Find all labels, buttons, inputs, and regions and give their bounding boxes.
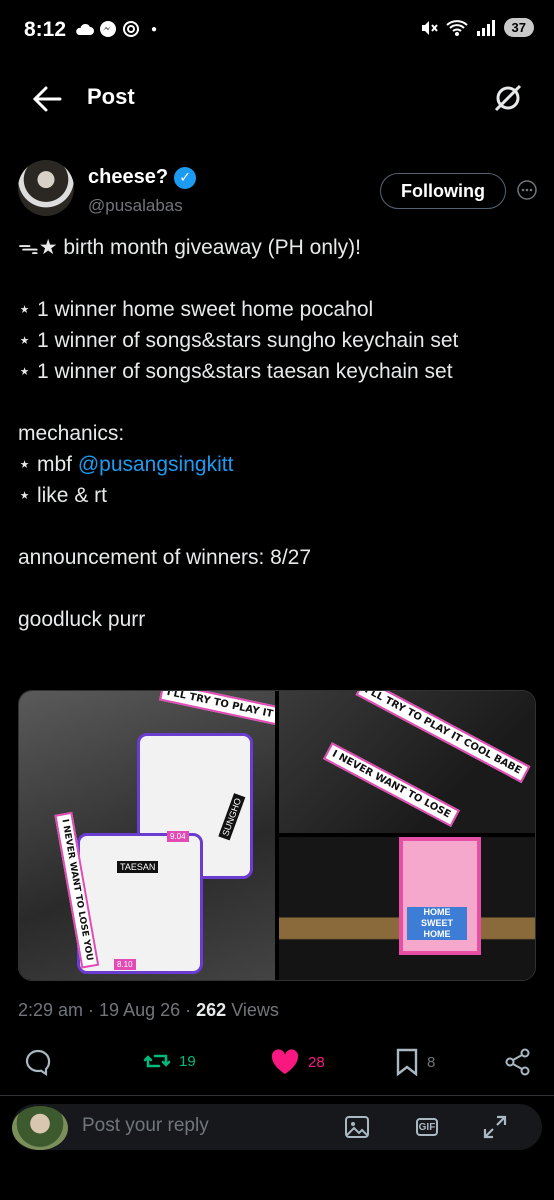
prize-3: ⋆ 1 winner of songs&stars taesan keychai… xyxy=(18,360,453,383)
bookmark-count: 8 xyxy=(427,1053,436,1071)
notification-icons: ● xyxy=(74,20,157,38)
dot-icon: ● xyxy=(151,23,158,35)
expand-icon xyxy=(483,1115,507,1139)
author-avatar[interactable] xyxy=(18,160,74,216)
frame-text-1: HOME xyxy=(423,907,451,917)
share-button[interactable] xyxy=(504,1048,532,1076)
mention-link[interactable]: @pusangsingkitt xyxy=(78,453,234,476)
cellular-signal-icon xyxy=(476,19,495,36)
media-grid: I'LL TRY TO PLAY IT COOL BABE I NEVER WA… xyxy=(18,690,536,981)
views-label: Views xyxy=(231,1000,279,1020)
heart-icon xyxy=(271,1049,299,1074)
more-icon xyxy=(517,180,537,200)
share-icon xyxy=(505,1048,530,1076)
reply-input[interactable]: Post your reply xyxy=(82,1115,209,1137)
post-meta: 2:29 am · 19 Aug 26 · 262 Views xyxy=(18,1000,279,1020)
mechanics-title: mechanics: xyxy=(18,422,125,445)
prize-2: ⋆ 1 winner of songs&stars sungho keychai… xyxy=(18,329,459,352)
image-icon xyxy=(345,1116,369,1138)
repost-count: 19 xyxy=(179,1052,196,1070)
grok-button[interactable] xyxy=(492,82,524,114)
bookmark-icon xyxy=(396,1048,418,1076)
battery-indicator: 37 xyxy=(503,18,534,37)
taesan-label: TAESAN xyxy=(117,861,159,873)
action-bar: 19 28 8 xyxy=(0,1048,554,1088)
divider xyxy=(0,1095,554,1096)
more-options-button[interactable] xyxy=(515,178,539,202)
repost-button[interactable]: 19 xyxy=(143,1048,196,1074)
bookmark-button[interactable]: 8 xyxy=(395,1048,435,1076)
cloud-icon xyxy=(76,23,94,35)
author-name: cheese? xyxy=(88,166,169,188)
post-intro: ᯓ★ birth month giveaway (PH only)! xyxy=(18,236,361,259)
gif-label: GIF xyxy=(418,1121,436,1133)
post-time: 2:29 am xyxy=(18,1000,84,1020)
sticker-text-4: I NEVER WANT TO LOSE xyxy=(322,742,460,827)
frame-text: HOME SWEET HOME xyxy=(407,907,467,940)
page-title: Post xyxy=(87,84,135,109)
following-button[interactable]: Following xyxy=(380,173,506,209)
reply-icon xyxy=(25,1049,51,1076)
date-label-2: 8.10 xyxy=(114,959,136,970)
mechanic-2: ⋆ like & rt xyxy=(18,484,107,507)
status-time: 8:12 xyxy=(24,18,67,41)
grok-icon xyxy=(494,84,522,112)
closing-line: goodluck purr xyxy=(18,608,146,631)
mute-icon xyxy=(421,20,438,35)
mechanic-1-text: ⋆ mbf xyxy=(18,453,78,476)
views-count: 262 xyxy=(196,1000,227,1020)
repost-icon xyxy=(143,1054,171,1068)
author-name-row[interactable]: cheese? ✓ xyxy=(88,166,197,189)
like-count: 28 xyxy=(308,1053,325,1071)
image-button[interactable] xyxy=(342,1112,372,1142)
announcement: announcement of winners: 8/27 xyxy=(18,546,312,569)
reply-button[interactable] xyxy=(24,1048,52,1076)
media-image-1[interactable]: I'LL TRY TO PLAY IT COOL BABE I NEVER WA… xyxy=(19,691,275,980)
media-image-3[interactable]: HOME SWEET HOME xyxy=(279,837,535,980)
verified-badge-icon: ✓ xyxy=(174,166,197,189)
media-image-2[interactable]: I'LL TRY TO PLAY IT COOL BABE I NEVER WA… xyxy=(279,691,535,833)
gif-button[interactable]: GIF xyxy=(412,1112,442,1142)
status-bar: 8:12 ● 37 xyxy=(0,0,554,62)
prize-1: ⋆ 1 winner home sweet home pocahol xyxy=(18,298,374,321)
post-date: 19 Aug 26 xyxy=(99,1000,181,1020)
like-button[interactable]: 28 xyxy=(270,1048,325,1076)
author-handle[interactable]: @pusalabas xyxy=(88,196,183,216)
back-button[interactable] xyxy=(32,85,64,113)
frame-text-2: SWEET xyxy=(420,918,453,928)
frame-text-3: HOME xyxy=(423,929,451,939)
post-text: ᯓ★ birth month giveaway (PH only)! ⋆ 1 w… xyxy=(18,232,538,635)
post-header: Post xyxy=(0,70,554,128)
expand-button[interactable] xyxy=(480,1112,510,1142)
photocard-frame: HOME SWEET HOME xyxy=(399,837,481,955)
wifi-icon xyxy=(445,19,468,36)
threads-icon xyxy=(123,21,139,37)
date-label-1: 9.04 xyxy=(167,831,189,842)
system-icons: 37 xyxy=(420,18,534,37)
mechanic-1: ⋆ mbf @pusangsingkitt xyxy=(18,449,538,480)
arrow-left-icon xyxy=(32,86,62,112)
messenger-icon xyxy=(100,21,116,37)
user-avatar xyxy=(12,1106,68,1150)
gif-icon: GIF xyxy=(416,1118,438,1136)
